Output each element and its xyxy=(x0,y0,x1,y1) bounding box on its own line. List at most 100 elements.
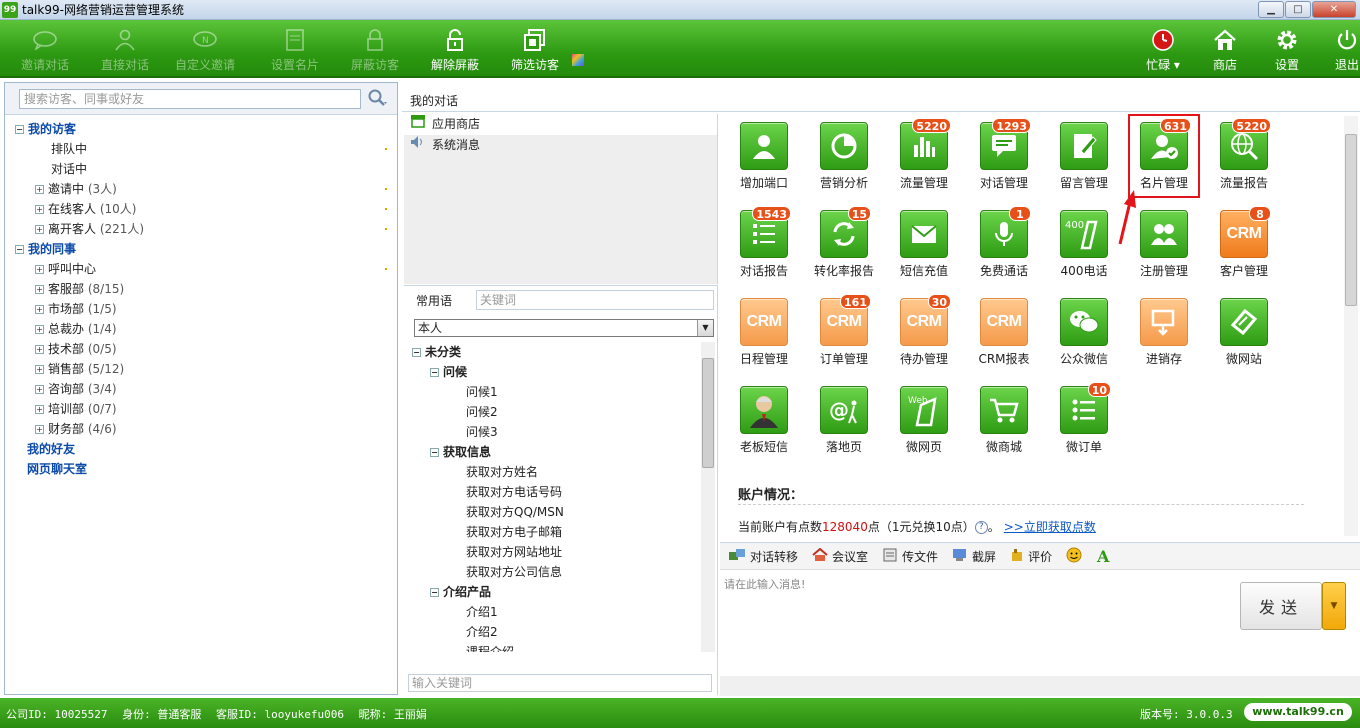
screenshot-button[interactable]: 截屏 xyxy=(952,548,996,565)
tree-group-my-visitors[interactable]: − 我的访客 xyxy=(13,119,387,139)
phrase-item[interactable]: 介绍1 xyxy=(410,602,700,622)
minimize-button[interactable]: ▁ xyxy=(1258,1,1284,18)
phrase-item[interactable]: 获取对方电话号码 xyxy=(410,482,700,502)
send-options-button[interactable]: ▼ xyxy=(1322,582,1346,630)
app-tile[interactable]: 15 转化率报告 xyxy=(804,206,884,279)
expand-icon[interactable]: + xyxy=(35,285,44,294)
exit-button[interactable]: 退出 xyxy=(1308,28,1360,73)
tree-item-dept[interactable]: + 咨询部 (3/4) xyxy=(13,379,387,399)
expand-icon[interactable]: + xyxy=(35,405,44,414)
tree-item-queue[interactable]: 排队中 xyxy=(13,139,387,159)
app-tile[interactable]: 微网站 xyxy=(1204,298,1284,367)
expand-icon[interactable]: + xyxy=(35,425,44,434)
tree-item-callcenter[interactable]: + 呼叫中心 xyxy=(13,259,387,279)
custom-invite-button[interactable]: N 自定义邀请 xyxy=(166,28,244,73)
collapse-icon[interactable]: − xyxy=(430,368,439,377)
phrase-item[interactable]: 获取对方电子邮箱 xyxy=(410,522,700,542)
search-icon[interactable] xyxy=(367,88,389,111)
tree-item-dept[interactable]: + 财务部 (4/6) xyxy=(13,419,387,439)
app-tile[interactable]: CRM 30 待办管理 xyxy=(884,294,964,367)
tree-item-inviting[interactable]: + 邀请中 (3人) xyxy=(13,179,387,199)
expand-icon[interactable]: + xyxy=(35,385,44,394)
app-tile[interactable]: 1293 对话管理 xyxy=(964,118,1044,191)
tree-item-left[interactable]: + 离开客人 (221人) xyxy=(13,219,387,239)
app-tile[interactable]: 短信充值 xyxy=(884,210,964,279)
tree-item-dept[interactable]: + 培训部 (0/7) xyxy=(13,399,387,419)
help-icon[interactable]: ? xyxy=(974,521,988,534)
conversation-item-store[interactable]: 应用商店 xyxy=(404,114,717,135)
expand-icon[interactable]: + xyxy=(35,305,44,314)
tree-item-chatting[interactable]: 对话中 xyxy=(13,159,387,179)
expand-icon[interactable]: + xyxy=(35,365,44,374)
tree-item-dept[interactable]: + 市场部 (1/5) xyxy=(13,299,387,319)
app-tile[interactable]: 5220 流量管理 xyxy=(884,118,964,191)
apps-scrollbar[interactable] xyxy=(1344,116,1358,536)
tree-group-friends[interactable]: 我的好友 xyxy=(13,439,387,459)
app-tile[interactable]: CRM CRM报表 xyxy=(964,298,1044,367)
phrase-item[interactable]: 介绍2 xyxy=(410,622,700,642)
rating-button[interactable]: 评价 xyxy=(1010,548,1052,565)
app-tile[interactable]: CRM 8 客户管理 xyxy=(1204,206,1284,279)
direct-chat-button[interactable]: 直接对话 xyxy=(86,28,164,73)
close-button[interactable]: ✕ xyxy=(1312,1,1356,18)
app-tile[interactable]: Web 微网页 xyxy=(884,386,964,455)
app-tile[interactable]: 10 微订单 xyxy=(1044,382,1124,455)
app-tile[interactable]: 留言管理 xyxy=(1044,122,1124,191)
collapse-icon[interactable]: − xyxy=(15,125,24,134)
phrase-category[interactable]: − 未分类 xyxy=(410,342,700,362)
meeting-room-button[interactable]: 会议室 xyxy=(812,547,868,565)
app-tile[interactable]: 微商城 xyxy=(964,386,1044,455)
message-input[interactable]: 请在此输入消息! xyxy=(724,576,805,592)
app-tile[interactable]: 1543 对话报告 xyxy=(724,206,804,279)
tree-group-colleagues[interactable]: − 我的同事 xyxy=(13,239,387,259)
unblock-button[interactable]: 解除屏蔽 xyxy=(416,28,494,73)
expand-icon[interactable]: + xyxy=(35,225,44,234)
phrase-item[interactable]: 获取对方网站地址 xyxy=(410,542,700,562)
tree-item-online[interactable]: + 在线客人 (10人) xyxy=(13,199,387,219)
collapse-icon[interactable]: − xyxy=(412,348,421,357)
phrase-item[interactable]: 问候1 xyxy=(410,382,700,402)
maximize-button[interactable]: □ xyxy=(1285,1,1311,18)
tree-item-dept[interactable]: + 总裁办 (1/4) xyxy=(13,319,387,339)
send-button[interactable]: 发送 xyxy=(1240,582,1322,630)
expand-icon[interactable]: + xyxy=(35,345,44,354)
invite-chat-button[interactable]: 邀请对话 xyxy=(6,28,84,73)
phrase-owner-select[interactable]: 本人 ▼ xyxy=(414,319,714,337)
app-tile[interactable]: 进销存 xyxy=(1124,298,1204,367)
phrase-scrollbar[interactable] xyxy=(701,342,715,652)
phrase-category[interactable]: − 问候 xyxy=(410,362,700,382)
transfer-chat-button[interactable]: 对话转移 xyxy=(728,548,798,565)
conversation-item-system[interactable]: 系统消息 xyxy=(404,135,717,156)
collapse-icon[interactable]: − xyxy=(430,588,439,597)
app-tile[interactable]: 1 免费通话 xyxy=(964,206,1044,279)
phrase-item[interactable]: 获取对方姓名 xyxy=(410,462,700,482)
website-link[interactable]: www.talk99.cn xyxy=(1244,703,1352,721)
app-tile[interactable]: 增加端口 xyxy=(724,122,804,191)
expand-icon[interactable]: + xyxy=(35,185,44,194)
phrase-filter-input[interactable]: 输入关键词 xyxy=(408,674,712,692)
expand-icon[interactable]: + xyxy=(35,265,44,274)
expand-icon[interactable]: + xyxy=(35,325,44,334)
block-visitor-button[interactable]: 屏蔽访客 xyxy=(336,28,414,73)
phrase-category[interactable]: − 获取信息 xyxy=(410,442,700,462)
collapse-icon[interactable]: − xyxy=(15,245,24,254)
phrase-category[interactable]: − 介绍产品 xyxy=(410,582,700,602)
tree-item-dept[interactable]: + 技术部 (0/5) xyxy=(13,339,387,359)
font-button[interactable]: A xyxy=(1096,547,1112,566)
phrase-item[interactable]: 获取对方公司信息 xyxy=(410,562,700,582)
tree-group-chatroom[interactable]: 网页聊天室 xyxy=(13,459,387,479)
app-tile[interactable]: 营销分析 xyxy=(804,122,884,191)
app-tile[interactable]: @ 落地页 xyxy=(804,386,884,455)
app-tile[interactable]: 老板短信 xyxy=(724,386,804,455)
phrase-item[interactable]: 获取对方QQ/MSN xyxy=(410,502,700,522)
phrase-item[interactable]: 问候2 xyxy=(410,402,700,422)
app-tile[interactable]: CRM 日程管理 xyxy=(724,298,804,367)
tree-item-dept[interactable]: + 销售部 (5/12) xyxy=(13,359,387,379)
send-file-button[interactable]: 传文件 xyxy=(882,548,938,565)
set-card-button[interactable]: 设置名片 xyxy=(256,28,334,73)
app-tile[interactable]: 公众微信 xyxy=(1044,298,1124,367)
collapse-icon[interactable]: − xyxy=(430,448,439,457)
phrase-item[interactable]: 课程介绍 xyxy=(410,642,700,652)
emoji-button[interactable] xyxy=(1066,547,1082,566)
get-points-link[interactable]: >>立即获取点数 xyxy=(1004,520,1096,534)
